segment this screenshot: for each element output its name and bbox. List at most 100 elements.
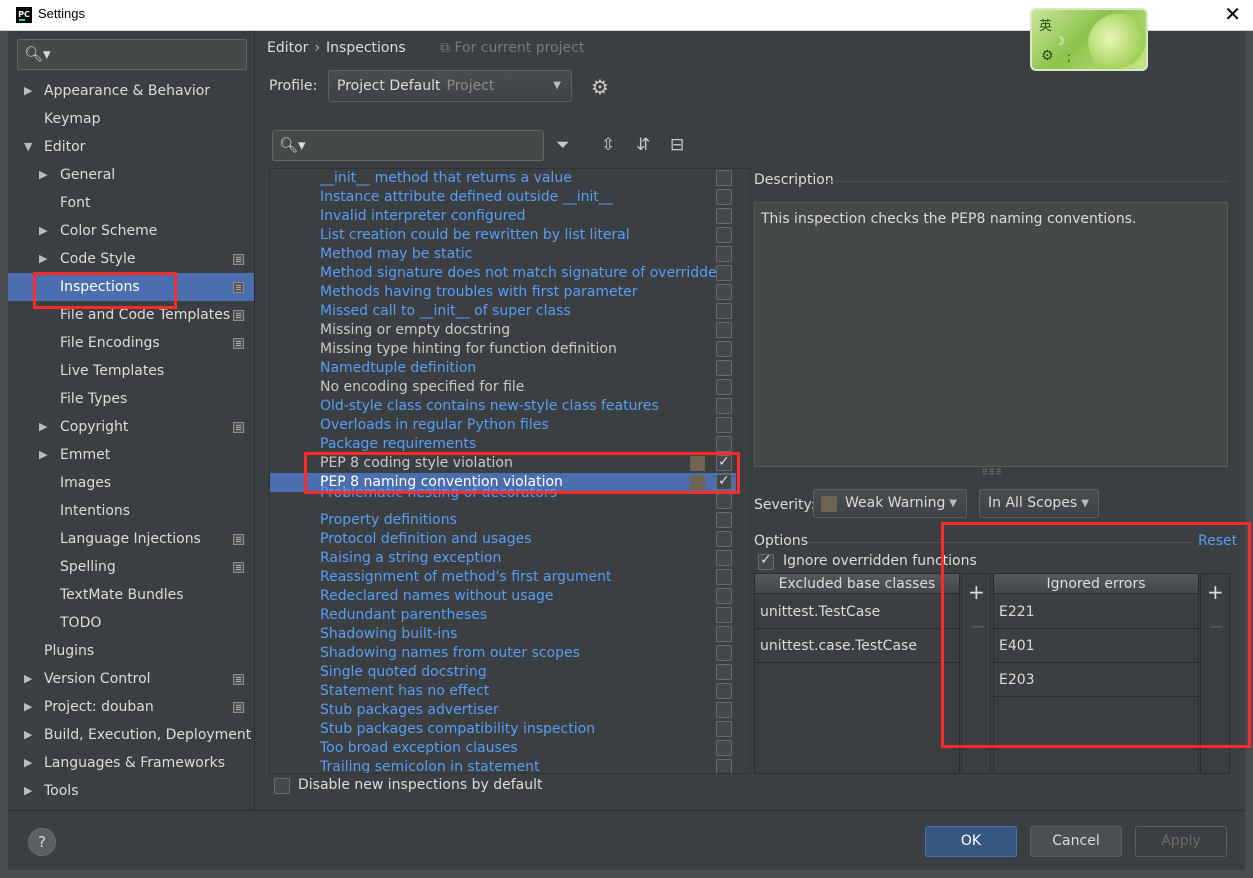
list-item[interactable]: Reassignment of method's first argument [270, 568, 736, 587]
chevron-right-icon[interactable]: ▶ [39, 441, 47, 469]
sidebar-item-textmate-bundles[interactable]: TextMate Bundles [8, 581, 254, 609]
search-icon[interactable]: 🔍︎▾ [24, 45, 51, 63]
inspection-checkbox[interactable] [716, 227, 732, 243]
inspection-checkbox[interactable] [716, 417, 732, 433]
list-item[interactable]: Shadowing built-ins [270, 625, 736, 644]
list-item[interactable]: Old-style class contains new-style class… [270, 397, 736, 416]
sidebar-item-emmet[interactable]: ▶ Emmet [8, 441, 254, 469]
inspection-checkbox[interactable] [716, 759, 732, 773]
table-row[interactable]: unittest.TestCase [755, 595, 959, 629]
close-icon[interactable]: ✕ [1224, 2, 1241, 26]
inspection-checkbox[interactable] [716, 645, 732, 661]
inspection-checkbox[interactable] [716, 512, 732, 528]
inspection-checkbox[interactable] [716, 360, 732, 376]
sidebar-item-live-templates[interactable]: Live Templates [8, 357, 254, 385]
list-item[interactable]: Stub packages compatibility inspection [270, 720, 736, 739]
collapse-all-icon[interactable]: ⇵ [636, 135, 650, 155]
inspection-checkbox[interactable] [716, 341, 732, 357]
inspection-search-input[interactable]: 🔍︎▾ [272, 130, 544, 161]
list-item[interactable]: Namedtuple definition [270, 359, 736, 378]
inspection-checkbox[interactable] [716, 588, 732, 604]
inspection-checkbox[interactable] [716, 322, 732, 338]
scope-dropdown[interactable]: In All Scopes ▼ [979, 489, 1099, 518]
sidebar-item-color-scheme[interactable]: ▶ Color Scheme [8, 217, 254, 245]
inspection-checkbox[interactable] [716, 436, 732, 452]
splitter-grip-icon[interactable]: ⠿⠿⠿ [982, 468, 1003, 477]
chevron-right-icon[interactable]: ▶ [39, 217, 47, 245]
list-item[interactable]: Problematic nesting of decorators [270, 485, 736, 511]
sidebar-item-appearance-behavior[interactable]: ▶ Appearance & Behavior [8, 77, 254, 105]
sidebar-item-general[interactable]: ▶ General [8, 161, 254, 189]
list-item[interactable]: Stub packages advertiser [270, 701, 736, 720]
chevron-right-icon[interactable]: ▶ [24, 721, 32, 749]
ok-button[interactable]: OK [925, 826, 1017, 857]
excluded-base-classes-table[interactable]: Excluded base classes unittest.TestCase … [754, 573, 960, 774]
sidebar-item-keymap[interactable]: Keymap [8, 105, 254, 133]
list-item[interactable]: Methods having troubles with first param… [270, 283, 736, 302]
list-item[interactable]: List creation could be rewritten by list… [270, 226, 736, 245]
inspection-checkbox[interactable] [716, 721, 732, 737]
sidebar-item-tools[interactable]: ▶ Tools [8, 777, 254, 805]
sidebar-item-copyright[interactable]: ▶ Copyright [8, 413, 254, 441]
inspection-checkbox[interactable] [716, 303, 732, 319]
search-icon[interactable]: 🔍︎▾ [279, 136, 306, 154]
inspection-checkbox[interactable] [716, 379, 732, 395]
list-item[interactable]: Single quoted docstring [270, 663, 736, 682]
list-item[interactable]: Property definitions [270, 511, 736, 530]
chevron-right-icon[interactable]: ▶ [24, 693, 32, 721]
inspection-checkbox[interactable] [716, 493, 732, 509]
list-item[interactable]: Missed call to __init__ of super class [270, 302, 736, 321]
chevron-right-icon[interactable]: ▶ [39, 245, 47, 273]
chevron-down-icon[interactable]: ▼ [24, 133, 32, 161]
sidebar-item-languages-frameworks[interactable]: ▶ Languages & Frameworks [8, 749, 254, 777]
inspection-checkbox[interactable] [716, 550, 732, 566]
chevron-right-icon[interactable]: ▶ [24, 77, 32, 105]
list-item[interactable]: Missing type hinting for function defini… [270, 340, 736, 359]
severity-dropdown[interactable]: Weak Warning ▼ [813, 489, 967, 518]
list-item[interactable]: __init__ method that returns a value [270, 169, 736, 188]
inspection-checkbox[interactable] [716, 284, 732, 300]
sidebar-item-plugins[interactable]: Plugins [8, 637, 254, 665]
list-item[interactable]: Method may be static [270, 245, 736, 264]
sidebar-item-file-encodings[interactable]: File Encodings [8, 329, 254, 357]
sidebar-item-language-injections[interactable]: Language Injections [8, 525, 254, 553]
inspection-checkbox[interactable] [716, 740, 732, 756]
list-item[interactable]: Missing or empty docstring [270, 321, 736, 340]
list-item[interactable]: Redundant parentheses [270, 606, 736, 625]
inspection-checkbox[interactable] [716, 208, 732, 224]
sidebar-search-input[interactable]: 🔍︎▾ [17, 39, 247, 70]
list-item[interactable]: Raising a string exception [270, 549, 736, 568]
sidebar-item-file-types[interactable]: File Types [8, 385, 254, 413]
profile-gear-icon[interactable]: ⚙ [591, 75, 609, 99]
list-item[interactable]: Trailing semicolon in statement [270, 758, 736, 773]
list-item[interactable]: Too broad exception clauses [270, 739, 736, 758]
chevron-right-icon[interactable]: ▶ [39, 161, 47, 189]
inspection-checkbox[interactable] [716, 189, 732, 205]
list-item[interactable]: Protocol definition and usages [270, 530, 736, 549]
inspection-checkbox[interactable] [716, 398, 732, 414]
inspection-checkbox[interactable] [716, 607, 732, 623]
sidebar-item-code-style[interactable]: ▶ Code Style [8, 245, 254, 273]
sidebar-item-project-douban[interactable]: ▶ Project: douban [8, 693, 254, 721]
reset-to-default-icon[interactable]: ⊟ [670, 135, 684, 155]
inspection-checkbox[interactable] [716, 265, 732, 281]
list-item[interactable]: No encoding specified for file [270, 378, 736, 397]
inspection-checkbox[interactable] [716, 626, 732, 642]
sidebar-item-font[interactable]: Font [8, 189, 254, 217]
list-item[interactable]: Invalid interpreter configured [270, 207, 736, 226]
sidebar-item-spelling[interactable]: Spelling [8, 553, 254, 581]
cancel-button[interactable]: Cancel [1030, 826, 1122, 857]
list-item[interactable]: Shadowing names from outer scopes [270, 644, 736, 663]
profile-dropdown[interactable]: Project Default Project ▼ [328, 70, 572, 102]
apply-button[interactable]: Apply [1135, 826, 1227, 857]
chevron-right-icon[interactable]: ▶ [24, 749, 32, 777]
sidebar-item-todo[interactable]: TODO [8, 609, 254, 637]
disable-new-inspections-checkbox[interactable] [274, 778, 290, 794]
inspection-checkbox[interactable] [716, 531, 732, 547]
list-item[interactable]: Redeclared names without usage [270, 587, 736, 606]
inspection-checkbox[interactable] [716, 664, 732, 680]
list-item[interactable]: Method signature does not match signatur… [270, 264, 736, 283]
sidebar-item-images[interactable]: Images [8, 469, 254, 497]
list-item[interactable]: Instance attribute defined outside __ini… [270, 188, 736, 207]
expand-all-icon[interactable]: ⇳ [601, 135, 615, 155]
